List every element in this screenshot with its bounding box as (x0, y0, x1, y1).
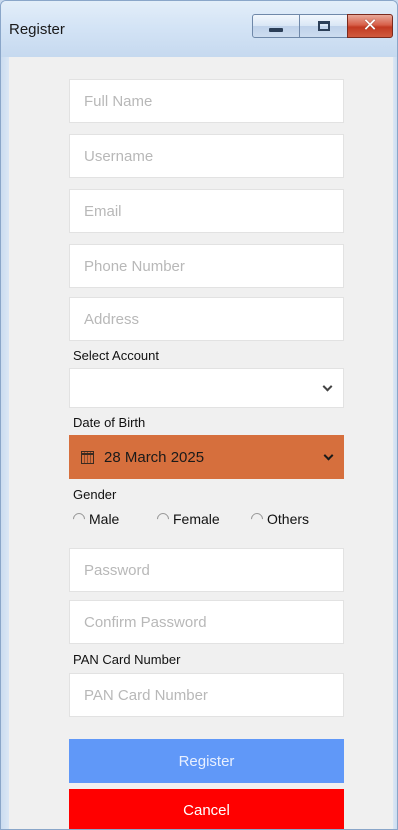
date-of-birth-picker[interactable]: 28 March 2025 (69, 435, 344, 479)
gender-radio-others[interactable]: Others (248, 510, 310, 528)
maximize-button[interactable] (300, 14, 348, 38)
select-account-label: Select Account (73, 348, 159, 363)
chevron-down-icon (322, 381, 333, 392)
chevron-down-icon (323, 450, 334, 461)
gender-radio-male[interactable]: Male (70, 510, 120, 528)
window-title: Register (9, 21, 65, 38)
confirm-password-input[interactable]: Confirm Password (69, 600, 344, 644)
date-of-birth-value: 28 March 2025 (104, 448, 205, 466)
close-button[interactable]: ✕ (347, 14, 393, 38)
password-input[interactable]: Password (69, 548, 344, 592)
gender-option-label: Female (173, 511, 220, 527)
pan-card-label: PAN Card Number (73, 652, 181, 667)
radio-icon (154, 510, 172, 528)
close-icon: ✕ (362, 15, 378, 36)
date-of-birth-label: Date of Birth (73, 415, 146, 430)
window-border-left (1, 57, 9, 829)
pan-card-input[interactable]: PAN Card Number (69, 673, 344, 717)
register-button[interactable]: Register (69, 739, 344, 783)
username-input[interactable]: Username (69, 134, 344, 178)
radio-icon (70, 510, 88, 528)
calendar-icon (81, 450, 94, 464)
minimize-button[interactable] (252, 14, 300, 38)
cancel-button[interactable]: Cancel (69, 789, 344, 829)
minimize-icon (269, 28, 283, 32)
gender-option-label: Male (89, 511, 120, 527)
phone-number-input[interactable]: Phone Number (69, 244, 344, 288)
title-bar[interactable]: Register ✕ (1, 1, 397, 57)
gender-radio-group: Male Female Others (70, 510, 343, 531)
gender-option-label: Others (267, 511, 310, 527)
email-input[interactable]: Email (69, 189, 344, 233)
radio-icon (248, 510, 266, 528)
account-select[interactable] (69, 368, 344, 408)
full-name-input[interactable]: Full Name (69, 79, 344, 123)
address-input[interactable]: Address (69, 297, 344, 341)
gender-label: Gender (73, 487, 117, 502)
gender-radio-female[interactable]: Female (154, 510, 220, 528)
register-window: Register ✕ Full Name Username Email Phon… (0, 0, 398, 830)
window-border-right (393, 57, 397, 829)
maximize-icon (317, 21, 330, 31)
